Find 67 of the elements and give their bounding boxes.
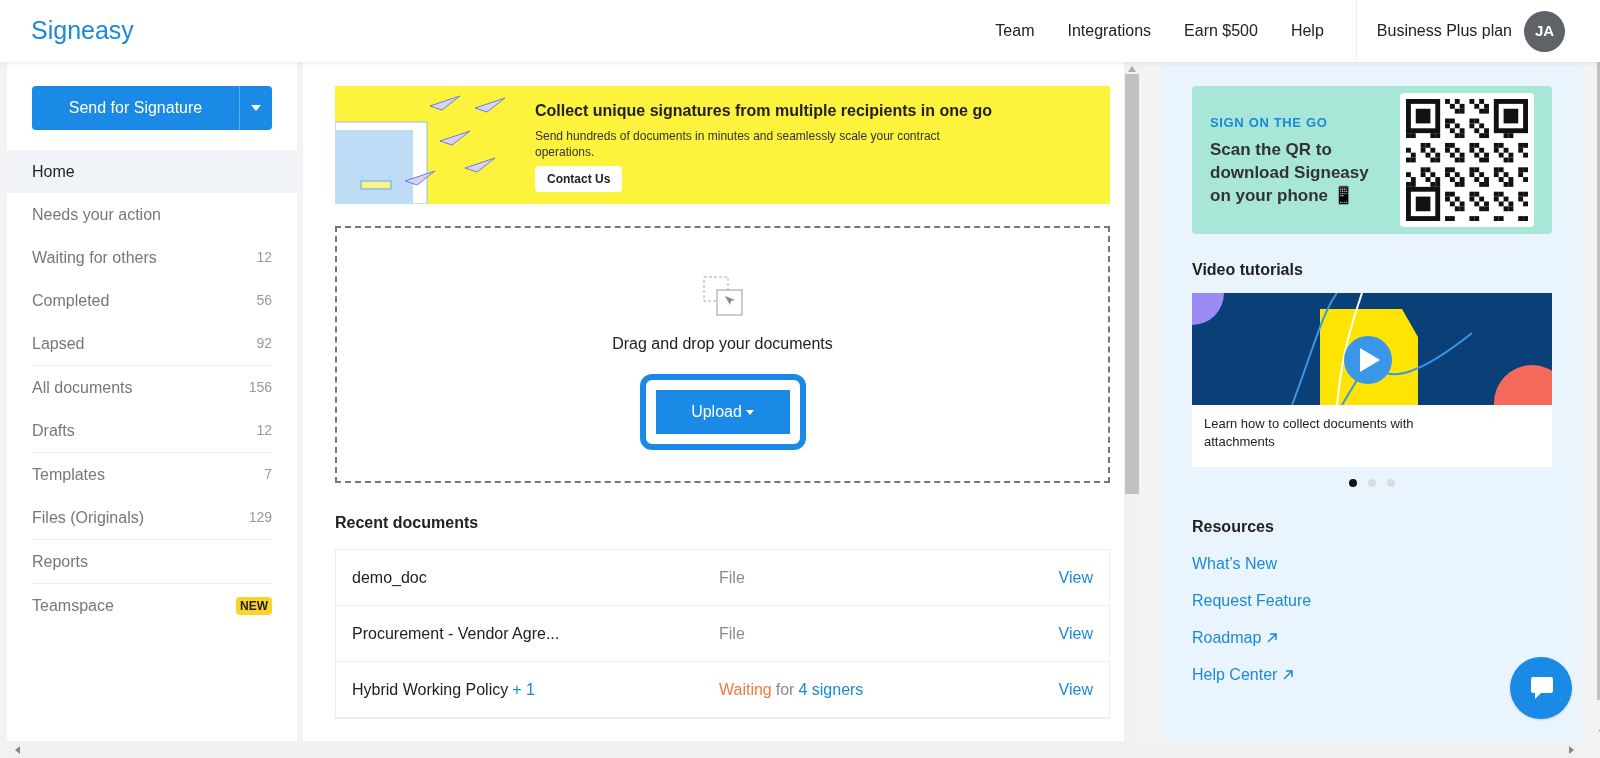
new-badge: NEW — [236, 596, 272, 615]
external-link-icon — [1267, 633, 1278, 643]
section-title: Resources — [1192, 517, 1275, 537]
sidebar-item[interactable]: Templates 7 — [32, 453, 272, 496]
nav-link[interactable]: Team — [995, 19, 1035, 43]
status-text: File — [719, 567, 745, 588]
extra-count[interactable]: + 1 — [512, 680, 535, 698]
sidebar-item[interactable]: Completed 56 — [7, 279, 297, 322]
card-eyebrow: SIGN ON THE GO — [1210, 113, 1329, 132]
video-caption: Learn how to collect documents with attachments — [1203, 415, 1415, 451]
drop-zone-text: Drag and drop your documents — [612, 334, 833, 354]
caret-icon — [745, 409, 754, 415]
chat-button[interactable] — [1510, 657, 1572, 719]
scroll-up-icon — [1128, 66, 1136, 72]
item-count: 12 — [256, 421, 272, 440]
nav-link[interactable]: Earn $500 — [1184, 19, 1258, 43]
scroll-left-icon — [15, 745, 20, 754]
sidebar-item[interactable]: Waiting for others 12 — [7, 236, 297, 279]
sidebar-item[interactable]: Lapsed 92 — [7, 322, 297, 365]
caret-icon — [251, 105, 261, 111]
item-count: 7 — [264, 465, 272, 484]
view-link[interactable]: View — [1058, 621, 1093, 646]
status-text: File — [719, 623, 745, 644]
status-text: for — [775, 679, 795, 700]
item-count: 12 — [256, 248, 272, 267]
banner-text: Send hundreds of documents in minutes and seamlessly scale your contract operations. — [535, 128, 941, 160]
document-name: Hybrid Working Policy — [352, 680, 509, 698]
card-text: Scan the QR to download Signeasy on your phone 📱 — [1210, 139, 1370, 208]
view-link[interactable]: View — [1058, 565, 1093, 590]
document-name: demo_doc — [352, 568, 427, 586]
banner-title: Collect unique signatures from multiple recipients in one go — [535, 101, 992, 121]
document-name: Procurement - Vendor Agre... — [352, 624, 560, 642]
item-count: 92 — [256, 334, 272, 353]
document-row[interactable]: Procurement - Vendor Agre... File View — [336, 606, 1109, 662]
document-row[interactable]: Hybrid Working Policy + 1 Waiting for 4 signers View — [336, 662, 1109, 718]
status-text[interactable]: 4 signers — [798, 677, 864, 702]
item-count: 129 — [248, 508, 272, 527]
sidebar-item[interactable]: Needs your action — [7, 193, 297, 236]
logo[interactable]: Signeasy — [31, 12, 134, 50]
item-count: 56 — [256, 291, 272, 310]
avatar[interactable]: JA — [1524, 10, 1565, 52]
sidebar-item[interactable]: All documents 156 — [32, 366, 272, 409]
resource-link[interactable]: Help Center — [1192, 663, 1294, 687]
view-link[interactable]: View — [1058, 677, 1093, 702]
resource-link[interactable]: Roadmap — [1192, 626, 1278, 650]
sidebar-item[interactable]: Reports — [32, 540, 272, 583]
nav-link[interactable]: Integrations — [1067, 19, 1152, 43]
external-link-icon — [1283, 670, 1294, 680]
section-title: Video tutorials — [1192, 260, 1304, 280]
sidebar-item[interactable]: Home — [7, 150, 297, 193]
item-count: 156 — [248, 378, 272, 397]
plan-name[interactable]: Business Plus plan — [1376, 19, 1512, 43]
status-text: Waiting — [719, 679, 772, 700]
nav-link[interactable]: Help — [1290, 19, 1324, 43]
drop-zone[interactable]: Drag and drop your documents Upload — [335, 226, 1110, 483]
upload-button[interactable]: Upload — [655, 390, 790, 434]
drag-drop-icon — [702, 276, 743, 316]
sidebar-item[interactable]: Teamspace NEW — [32, 584, 272, 627]
sidebar-item[interactable]: Files (Originals) 129 — [32, 496, 272, 539]
resource-link[interactable]: Request Feature — [1192, 589, 1312, 613]
section-title: Recent documents — [335, 513, 480, 533]
resource-link[interactable]: What’s New — [1192, 552, 1278, 576]
sidebar-item[interactable]: Drafts 12 — [32, 409, 272, 452]
video-card[interactable]: Learn how to collect documents with attachments — [1192, 293, 1552, 467]
document-row[interactable]: demo_doc File View — [336, 550, 1109, 606]
contact-us-button[interactable]: Contact Us — [535, 166, 623, 192]
scroll-right-icon — [1569, 745, 1574, 754]
